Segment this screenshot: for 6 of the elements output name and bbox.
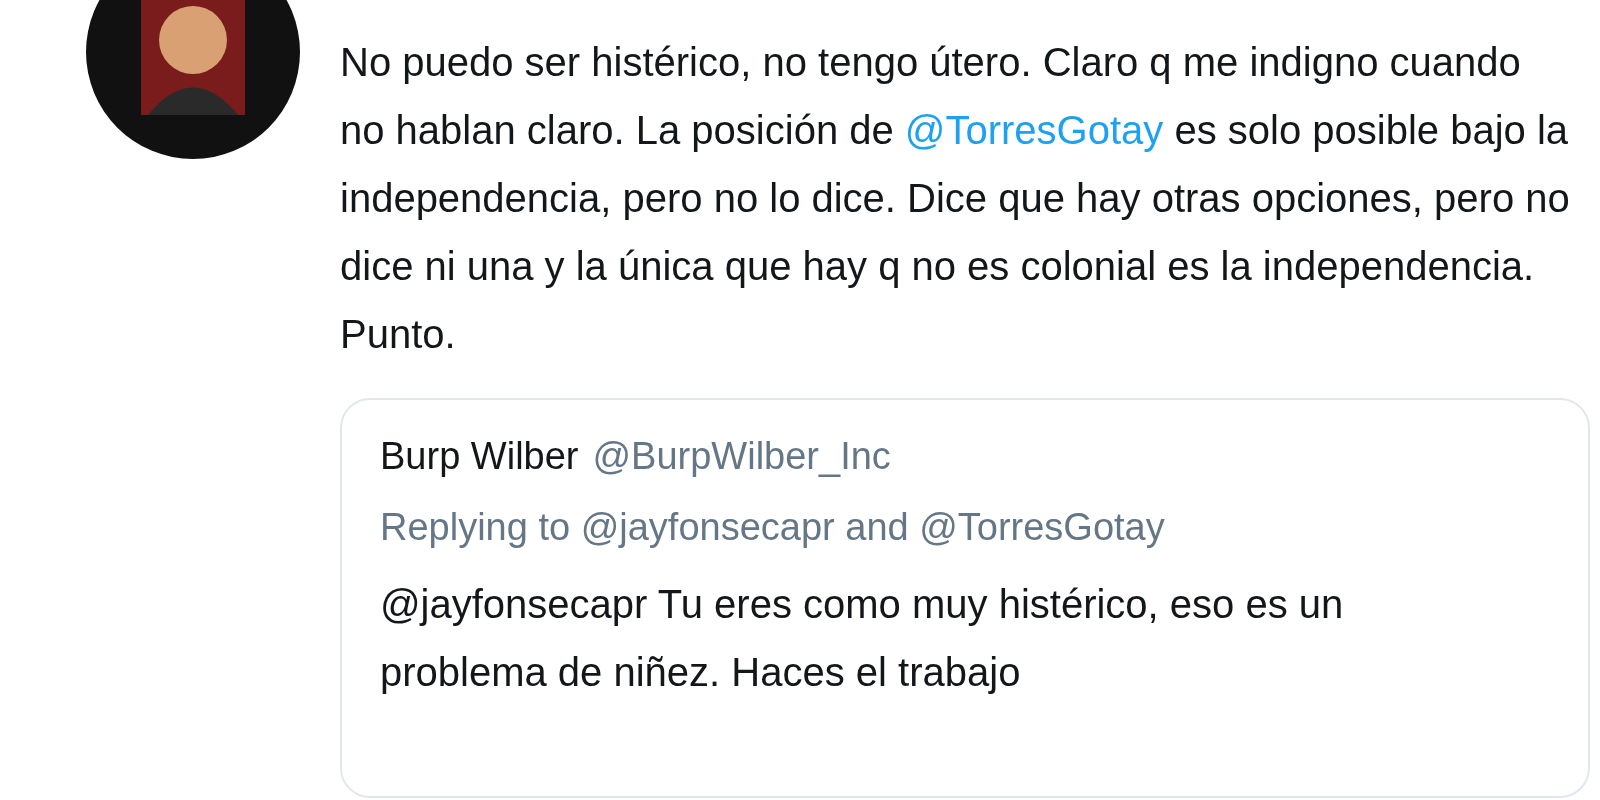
quoted-tweet-card[interactable]: Burp Wilber @BurpWilber_Inc Replying to @jayfonsecapr and @TorresGotay @jayfonsecapr Tu eres como muy histérico, eso es un problema de niñez. Haces el trabajo [340,398,1590,798]
replying-to-text: Replying to @jayfonsecapr and @TorresGotay [380,505,1166,550]
quoted-tweet-text: @jayfonsecapr Tu eres como muy histérico, eso es un problema de niñez. Haces el trabajo [380,581,1345,696]
author-handle: @BurpWilber_Inc [592,434,891,479]
author-name: Burp Wilber [380,434,579,479]
tweet-text: No puedo ser histérico, no tengo útero. Claro q me indigno cuando no hablan claro. La posición de @TorresGotay es solo posible bajo la independencia, pero no lo dice. Dice que hay otras opciones, pero no dice ni una y la única que hay q no es colonial es la independencia. Punto. [340,39,1571,358]
